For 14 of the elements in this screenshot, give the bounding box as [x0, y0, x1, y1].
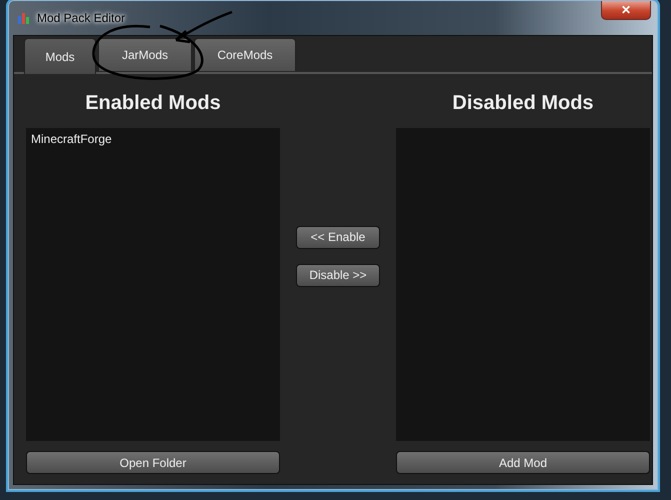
panel-button[interactable]: Open Folder — [26, 451, 280, 474]
mod-list[interactable]: MinecraftForge — [26, 128, 280, 441]
panel-heading: Disabled Mods — [451, 91, 595, 116]
tab[interactable]: CoreMods — [194, 38, 296, 71]
panel-button[interactable]: Add Mod — [396, 451, 650, 474]
window-title: Mod Pack Editor — [37, 11, 126, 25]
close-button[interactable]: ✕ — [601, 1, 651, 20]
tab[interactable]: Mods — [24, 38, 96, 74]
app-icon — [17, 12, 31, 24]
tab[interactable]: JarMods — [98, 38, 192, 71]
move-button[interactable]: Disable >> — [296, 264, 380, 286]
list-item[interactable]: MinecraftForge — [31, 132, 275, 146]
move-button[interactable]: << Enable — [296, 226, 380, 248]
panel-heading: Enabled Mods — [84, 91, 222, 116]
